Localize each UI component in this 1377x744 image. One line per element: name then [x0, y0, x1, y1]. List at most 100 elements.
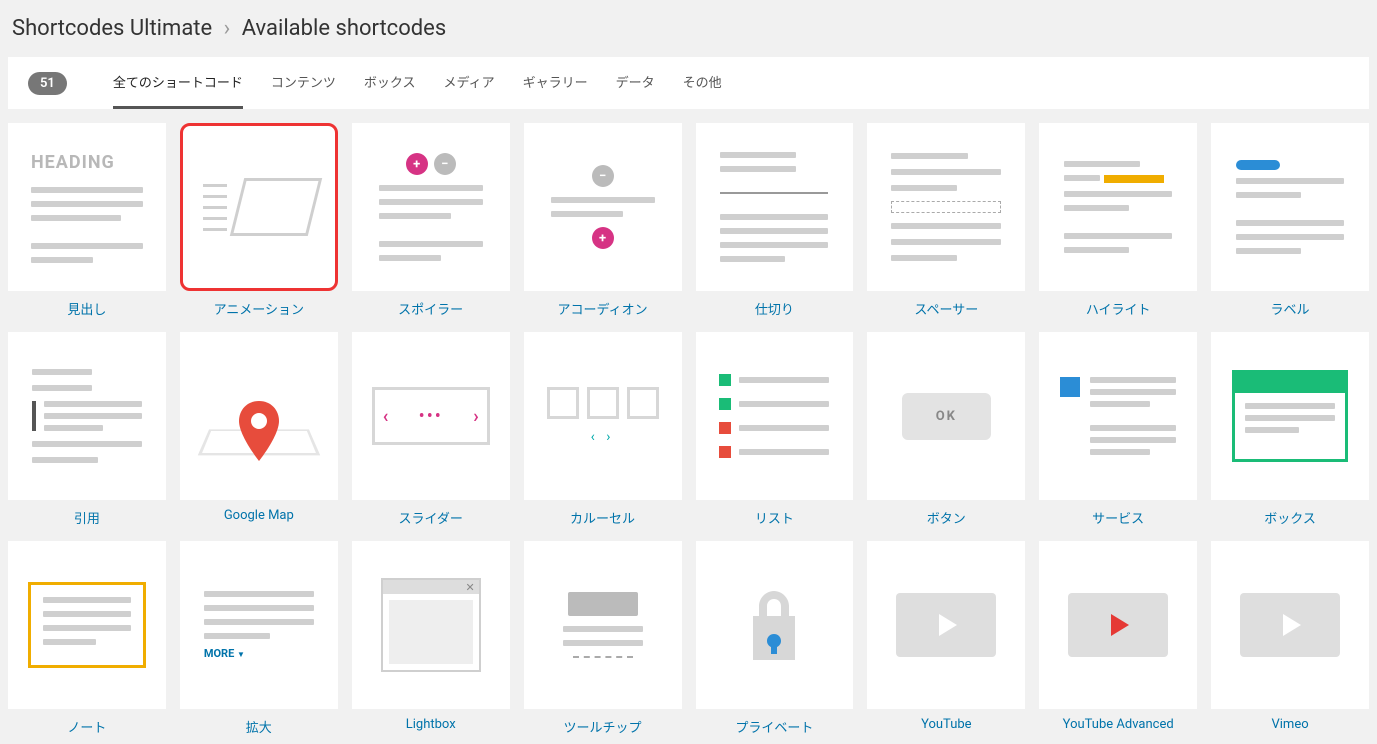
tab-bar: 51 全てのショートコードコンテンツボックスメディアギャラリーデータその他: [8, 57, 1369, 109]
shortcode-label[interactable]: スポイラー: [352, 299, 510, 318]
tab-3[interactable]: メディア: [444, 57, 495, 109]
shortcode-cell: サービス: [1039, 332, 1197, 527]
shortcode-card-spoiler[interactable]: +−: [352, 123, 510, 291]
close-icon: ✕: [383, 580, 479, 594]
breadcrumb-page: Available shortcodes: [242, 16, 446, 41]
chevron-right-icon: ›: [473, 406, 478, 427]
shortcode-card-button[interactable]: OK: [867, 332, 1025, 500]
shortcode-label[interactable]: Google Map: [180, 508, 338, 523]
shortcode-card-animation[interactable]: [180, 123, 338, 291]
play-icon: [1068, 593, 1168, 657]
shortcode-label[interactable]: ボックス: [1211, 508, 1369, 527]
shortcode-cell: スペーサー: [867, 123, 1025, 318]
service-icon: [1060, 377, 1080, 397]
shortcode-cell: 引用: [8, 332, 166, 527]
breadcrumb-separator: ›: [224, 16, 231, 41]
tab-5[interactable]: データ: [616, 57, 655, 109]
shortcode-label[interactable]: 拡大: [180, 717, 338, 736]
shortcode-cell: アニメーション: [180, 123, 338, 318]
shortcode-label[interactable]: YouTube Advanced: [1039, 717, 1197, 732]
shortcode-cell: MORE ▼ 拡大: [180, 541, 338, 736]
shortcode-label[interactable]: 引用: [8, 508, 166, 527]
shortcode-label[interactable]: アニメーション: [180, 299, 338, 318]
shortcode-cell: YouTube: [867, 541, 1025, 736]
carousel-arrows-icon: ‹ ›: [591, 429, 615, 445]
shortcode-card-yt[interactable]: [1211, 541, 1369, 709]
label-pill-icon: [1236, 160, 1280, 170]
shortcode-card-gmap[interactable]: [180, 332, 338, 500]
shortcode-cell: ✕ Lightbox: [352, 541, 510, 736]
shortcode-label[interactable]: Vimeo: [1211, 717, 1369, 732]
shortcode-label[interactable]: スライダー: [352, 508, 510, 527]
shortcode-cell: プライベート: [696, 541, 854, 736]
shortcode-card-carousel[interactable]: ‹ ›: [524, 332, 682, 500]
shortcode-cell: YouTube Advanced: [1039, 541, 1197, 736]
shortcode-card-accordion[interactable]: − +: [524, 123, 682, 291]
shortcode-card-slider[interactable]: ‹ ••• ›: [352, 332, 510, 500]
shortcode-card-service[interactable]: [1039, 332, 1197, 500]
shortcode-cell: ‹ › カルーセル: [524, 332, 682, 527]
tooltip-icon: [568, 592, 638, 616]
shortcode-label[interactable]: スペーサー: [867, 299, 1025, 318]
play-icon: [896, 593, 996, 657]
more-link: MORE ▼: [204, 647, 314, 660]
shortcode-label[interactable]: Lightbox: [352, 717, 510, 732]
shortcode-count-badge: 51: [28, 72, 67, 95]
breadcrumb-root: Shortcodes Ultimate: [12, 16, 212, 41]
tab-1[interactable]: コンテンツ: [271, 57, 336, 109]
shortcode-grid: HEADING 見出し アニメーション +− スポイラー − + アコーディオン…: [8, 123, 1369, 736]
shortcode-cell: ノート: [8, 541, 166, 736]
shortcode-card-label[interactable]: [1211, 123, 1369, 291]
shortcode-label[interactable]: ラベル: [1211, 299, 1369, 318]
shortcode-card-lightbox[interactable]: ✕: [352, 541, 510, 709]
play-icon: [1240, 593, 1340, 657]
shortcode-label[interactable]: カルーセル: [524, 508, 682, 527]
highlight-icon: [1104, 175, 1164, 183]
shortcode-cell: HEADING 見出し: [8, 123, 166, 318]
shortcode-card-divider[interactable]: [696, 123, 854, 291]
shortcode-label[interactable]: リスト: [696, 508, 854, 527]
shortcode-label[interactable]: サービス: [1039, 508, 1197, 527]
shortcode-card-tooltip[interactable]: [524, 541, 682, 709]
shortcode-card-spacer[interactable]: [867, 123, 1025, 291]
shortcode-card-private[interactable]: [696, 541, 854, 709]
shortcode-card-box[interactable]: [1211, 332, 1369, 500]
shortcode-label[interactable]: ツールチップ: [524, 717, 682, 736]
tab-2[interactable]: ボックス: [364, 57, 416, 109]
shortcode-label[interactable]: ハイライト: [1039, 299, 1197, 318]
shortcode-card-list[interactable]: [696, 332, 854, 500]
breadcrumb: Shortcodes Ultimate › Available shortcod…: [8, 8, 1369, 57]
shortcode-card-highlight[interactable]: [1039, 123, 1197, 291]
plus-icon: +: [592, 227, 614, 249]
minus-icon: −: [592, 165, 614, 187]
tab-4[interactable]: ギャラリー: [523, 57, 588, 109]
lock-icon: [739, 584, 809, 666]
shortcode-label[interactable]: YouTube: [867, 717, 1025, 732]
shortcode-card-heading[interactable]: HEADING: [8, 123, 166, 291]
shortcode-cell: ツールチップ: [524, 541, 682, 736]
shortcode-label[interactable]: アコーディオン: [524, 299, 682, 318]
shortcode-card-quote[interactable]: [8, 332, 166, 500]
shortcode-cell: 仕切り: [696, 123, 854, 318]
tab-6[interactable]: その他: [683, 57, 722, 109]
shortcode-card-note[interactable]: [8, 541, 166, 709]
shortcode-cell: ハイライト: [1039, 123, 1197, 318]
shortcode-cell: ラベル: [1211, 123, 1369, 318]
shortcode-label[interactable]: ボタン: [867, 508, 1025, 527]
ok-button-icon: OK: [902, 393, 991, 440]
shortcode-label[interactable]: 仕切り: [696, 299, 854, 318]
shortcode-label[interactable]: プライベート: [696, 717, 854, 736]
shortcode-cell: Google Map: [180, 332, 338, 527]
shortcode-cell: リスト: [696, 332, 854, 527]
shortcode-label[interactable]: 見出し: [8, 299, 166, 318]
shortcode-label[interactable]: ノート: [8, 717, 166, 736]
tab-0[interactable]: 全てのショートコード: [113, 57, 243, 109]
shortcode-card-yt[interactable]: [867, 541, 1025, 709]
shortcode-cell: OK ボタン: [867, 332, 1025, 527]
map-pin-icon: [237, 401, 281, 461]
shortcode-card-expand[interactable]: MORE ▼: [180, 541, 338, 709]
shortcode-cell: − + アコーディオン: [524, 123, 682, 318]
shortcode-cell: Vimeo: [1211, 541, 1369, 736]
shortcode-card-yt_red[interactable]: [1039, 541, 1197, 709]
chevron-left-icon: ‹: [383, 406, 389, 427]
